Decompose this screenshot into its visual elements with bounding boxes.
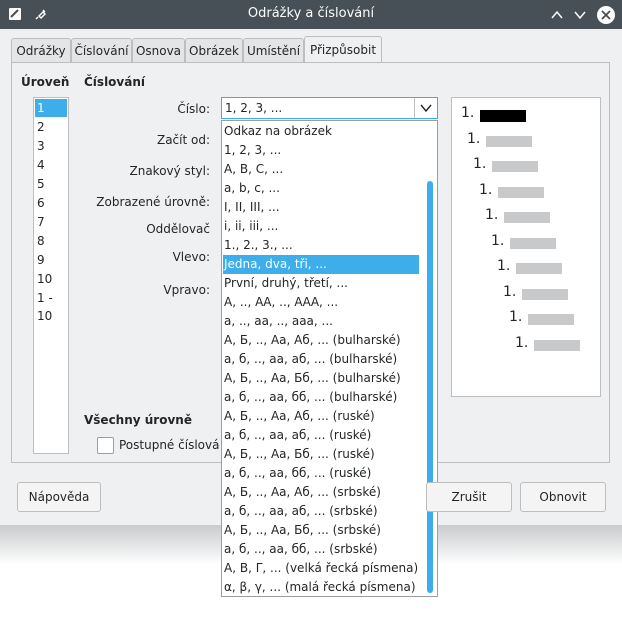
number-select-button[interactable] [414,98,437,118]
scrollbar-thumb[interactable] [427,181,433,593]
level-item[interactable]: 4 [35,156,67,174]
dropdown-option[interactable]: První, druhý, třetí, ... [223,274,419,293]
chevron-down-icon [420,104,432,113]
dropdown-option[interactable]: а, б, .., аа, бб, ... (ruské) [223,464,419,483]
level-item[interactable]: 6 [35,194,67,212]
close-icon[interactable] [596,5,616,25]
consecutive-numbering-checkbox[interactable] [97,437,114,454]
preview-number: 1. [491,232,505,249]
level-item[interactable]: 8 [35,232,67,250]
after-label: Vpravo: [163,283,210,297]
dropdown-scrollbar[interactable] [427,125,435,593]
dropdown-option[interactable]: А, Б, .., Аа, Аб, ... (srbské) [223,483,419,502]
consecutive-numbering-label: Postupné číslová [119,438,219,452]
number-label: Číslo: [177,102,210,116]
tab-image[interactable]: Obrázek [185,38,243,62]
dropdown-option[interactable]: А, Б, .., Аа, Аб, ... (bulharské) [223,331,419,350]
dropdown-option[interactable]: I, II, III, ... [223,198,419,217]
preview-bar [510,237,556,249]
preview-pane: 1. 1. 1. 1. 1. 1. 1. 1. 1. 1. [451,97,601,397]
dropdown-option[interactable]: А, .., АА, .., ААА, ... [223,293,419,312]
dropdown-option[interactable]: а, б, .., аа, аб, ... (bulharské) [223,350,419,369]
numbering-heading: Číslování [84,75,145,89]
before-label: Vlevo: [172,250,210,264]
title-bar: Odrážky a číslování [0,0,622,29]
dropdown-option[interactable]: А, Б, .., Аа, Бб, ... (srbské) [223,521,419,540]
level-item[interactable]: 7 [35,213,67,231]
level-item[interactable]: 3 [35,137,67,155]
preview-bar [480,110,526,122]
dropdown-option[interactable]: а, б, .., аа, аб, ... (ruské) [223,426,419,445]
dropdown-option[interactable]: a, b, c, ... [223,179,419,198]
dropdown-option[interactable]: i, ii, iii, ... [223,217,419,236]
all-levels-heading: Všechny úrovně [84,413,192,427]
preview-bar [516,263,562,274]
char-style-label: Znakový styl: [129,164,211,178]
preview-bar [522,288,568,300]
dropdown-option[interactable]: Α, Β, Γ, ... (velká řecká písmena) [223,559,419,578]
preview-number: 1. [515,334,529,351]
level-item[interactable]: 5 [35,175,67,193]
dropdown-option[interactable]: 1., 2., 3., ... [223,236,419,255]
level-item[interactable]: 9 [35,251,67,269]
dropdown-option[interactable]: а, .., аа, .., ааа, ... [223,312,419,331]
separator-label: Oddělovač [146,222,210,236]
start-at-label: Začít od: [156,133,210,147]
dropdown-option[interactable]: А, Б, .., Аа, Аб, ... (ruské) [223,407,419,426]
level-list[interactable]: 1 2 3 4 5 6 7 8 9 10 1 - 10 [33,97,69,454]
dropdown-option[interactable]: а, б, .., аа, бб, ... (bulharské) [223,388,419,407]
preview-number: 1. [497,258,511,274]
preview-number: 1. [503,283,517,300]
number-select[interactable]: 1, 2, 3, ... [221,97,438,119]
number-select-value: 1, 2, 3, ... [225,101,283,115]
dropdown-option[interactable]: A, B, C, ... [223,160,419,179]
window-title: Odrážky a číslování [247,6,375,21]
preview-number: 1. [473,156,487,172]
dropdown-option[interactable]: А, Б, .., Аа, Бб, ... (ruské) [223,445,419,464]
level-item[interactable]: 2 [35,118,67,136]
preview-bar [534,339,580,351]
preview-bar [498,186,544,198]
preview-bar [504,212,550,223]
tab-outline[interactable]: Osnova [132,38,185,62]
dropdown-option[interactable]: 1, 2, 3, ... [223,141,419,160]
tab-customize[interactable]: Přizpůsobit [304,36,382,63]
help-button[interactable]: Nápověda [17,482,101,512]
tab-numbering[interactable]: Číslování [71,38,132,62]
preview-bar [492,161,538,172]
preview-number: 1. [485,207,499,223]
preview-number: 1. [461,105,475,121]
preview-number: 1. [467,130,481,147]
tab-bullets[interactable]: Odrážky [11,38,71,62]
level-item[interactable]: 1 [35,99,67,117]
level-item[interactable]: 10 [35,270,67,288]
reset-button[interactable]: Obnovit [520,482,606,512]
keep-above-icon[interactable] [550,8,564,22]
preview-number: 1. [479,181,493,198]
cancel-button[interactable]: Zrušit [426,482,512,512]
number-dropdown[interactable]: Odkaz na obrázek 1, 2, 3, ... A, B, C, ...… [221,120,438,597]
dropdown-option[interactable]: а, б, .., аа, аб, ... (srbské) [223,502,419,521]
minimize-icon[interactable] [573,8,587,22]
show-sublevels-label: Zobrazené úrovně: [96,195,210,209]
dropdown-option[interactable]: а, б, .., аа, бб, ... (srbské) [223,540,419,559]
tab-position[interactable]: Umístění [243,38,304,62]
dropdown-option[interactable]: Odkaz na obrázek [223,122,419,141]
level-item[interactable]: 1 - 10 [35,289,69,323]
dropdown-option[interactable]: α, β, γ, ... (malá řecká písmena) [223,578,419,596]
dropdown-option[interactable]: А, Б, .., Аа, Бб, ... (bulharské) [223,369,419,388]
dropdown-option[interactable]: Jedna, dva, tři, ... [223,255,419,274]
level-heading: Úroveň [21,75,70,89]
preview-bar [528,314,574,325]
preview-number: 1. [509,309,523,325]
preview-bar [486,135,532,147]
